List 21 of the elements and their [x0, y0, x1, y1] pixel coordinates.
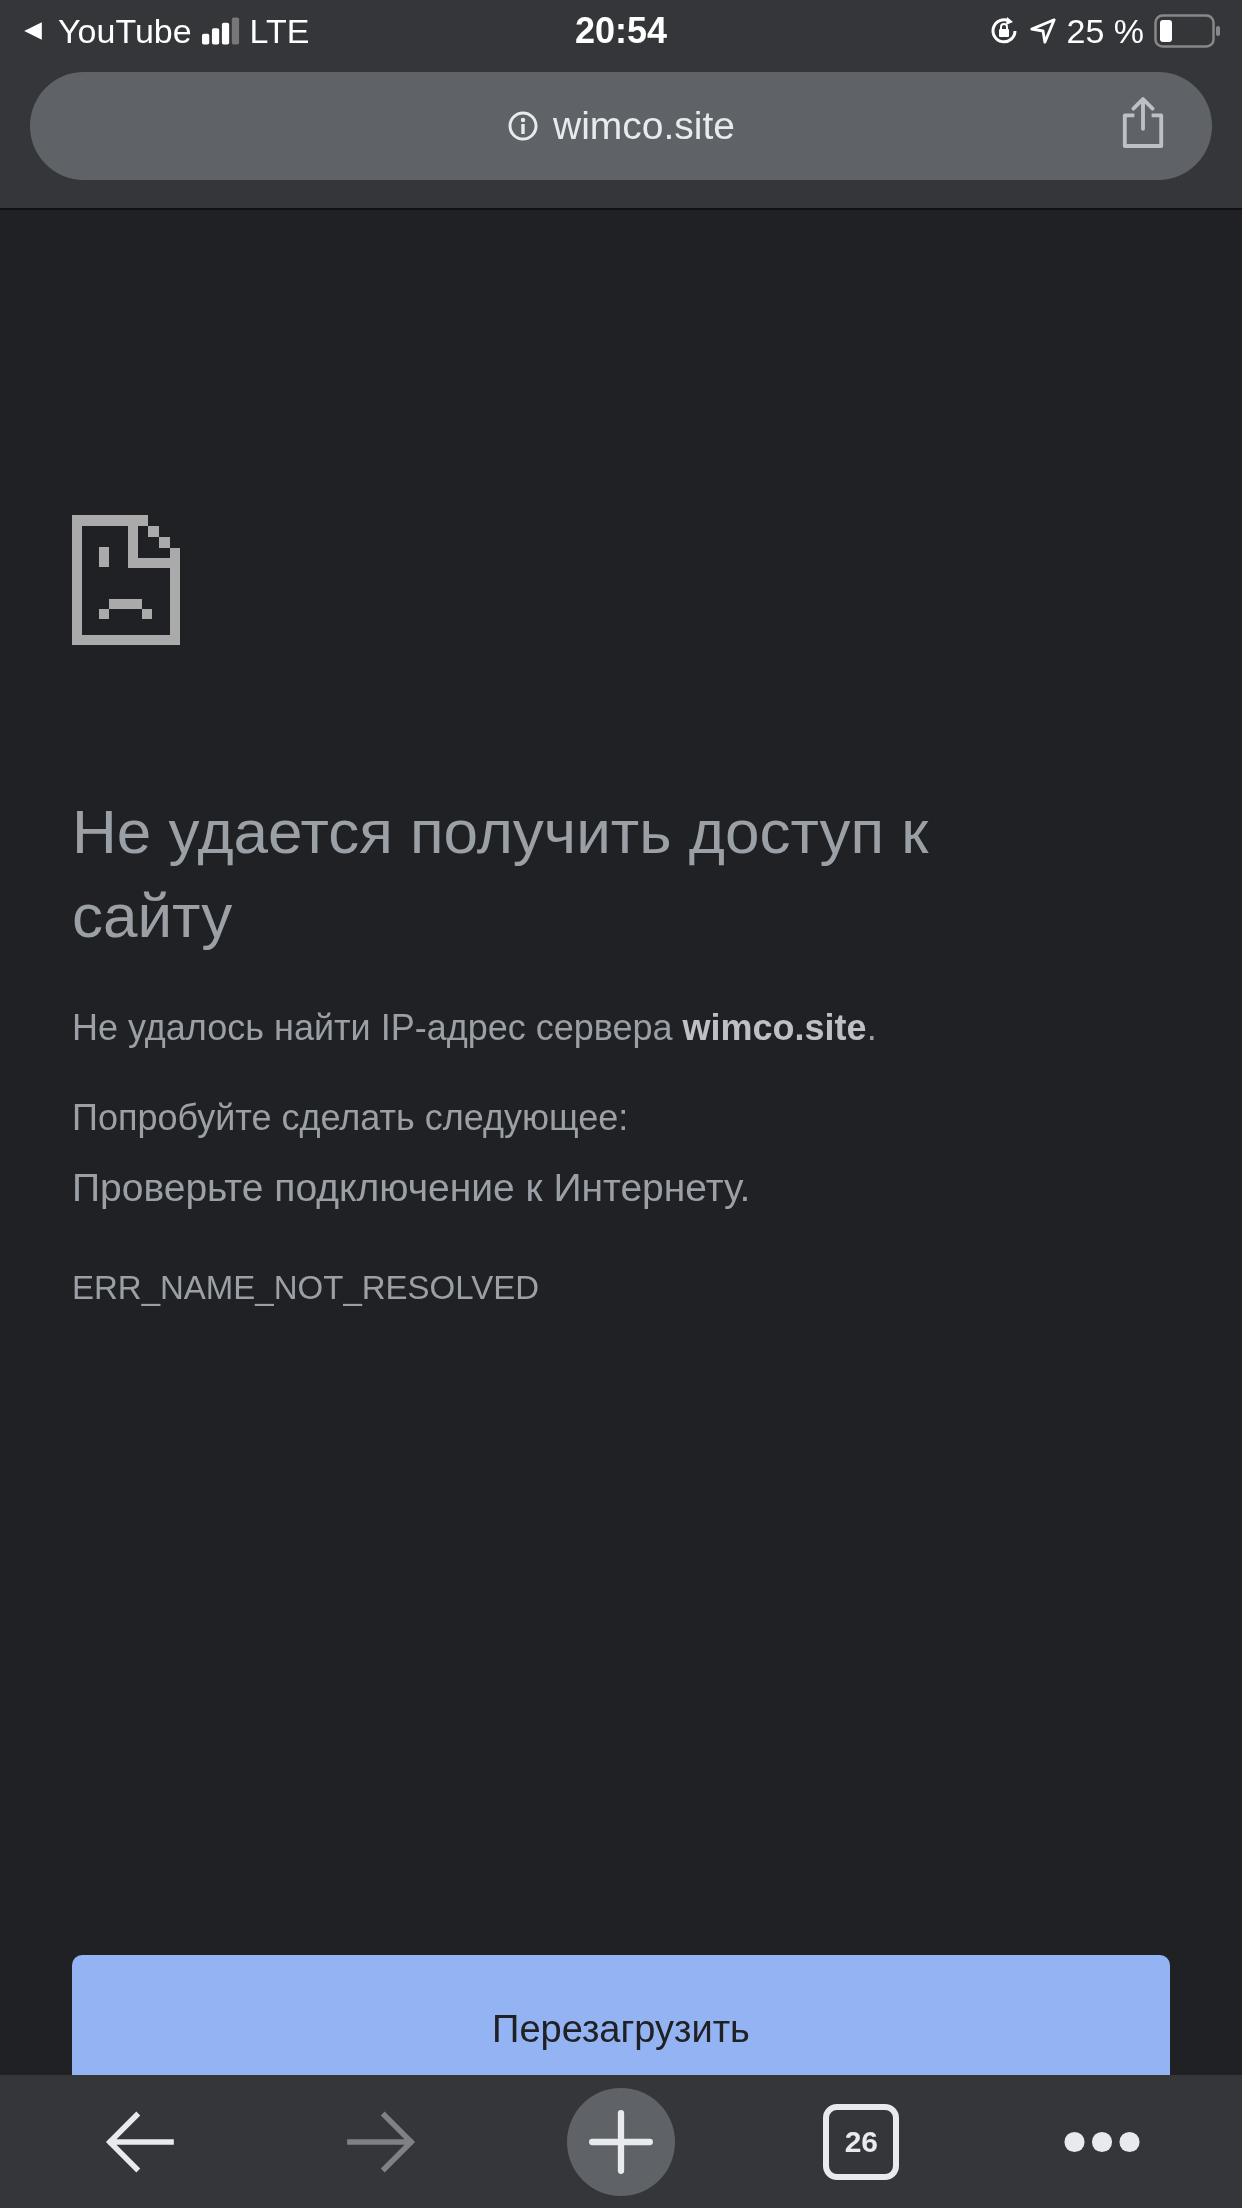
share-icon[interactable] [1120, 96, 1166, 150]
suggestion-text: Проверьте подключение к Интернету. [72, 1165, 752, 1211]
tab-count-button[interactable]: 26 [796, 2086, 927, 2197]
sad-document-icon [72, 515, 180, 645]
error-code: ERR_NAME_NOT_RESOLVED [72, 1268, 540, 1308]
back-triangle-icon[interactable] [22, 20, 44, 42]
signal-icon [201, 17, 240, 45]
info-icon[interactable] [506, 110, 539, 142]
error-message: Не удалось найти IP-адрес сервера wimco.site. [72, 1006, 878, 1050]
error-title: Не удается получить доступ к сайту [72, 796, 930, 952]
url-text: wimco.site [552, 104, 735, 148]
reload-button[interactable]: Перезагрузить [72, 1955, 1170, 2075]
battery-icon [1154, 14, 1220, 48]
battery-percent: 25 % [1066, 11, 1144, 51]
address-bar[interactable]: wimco.site [30, 72, 1212, 180]
location-arrow-icon [1028, 17, 1057, 45]
clock: 20:54 [574, 10, 668, 52]
suggestion-heading: Попробуйте сделать следующее: [72, 1096, 630, 1140]
back-app-label[interactable]: YouTube [58, 11, 192, 51]
network-label: LTE [249, 11, 310, 51]
more-dots-icon [1061, 2130, 1142, 2153]
